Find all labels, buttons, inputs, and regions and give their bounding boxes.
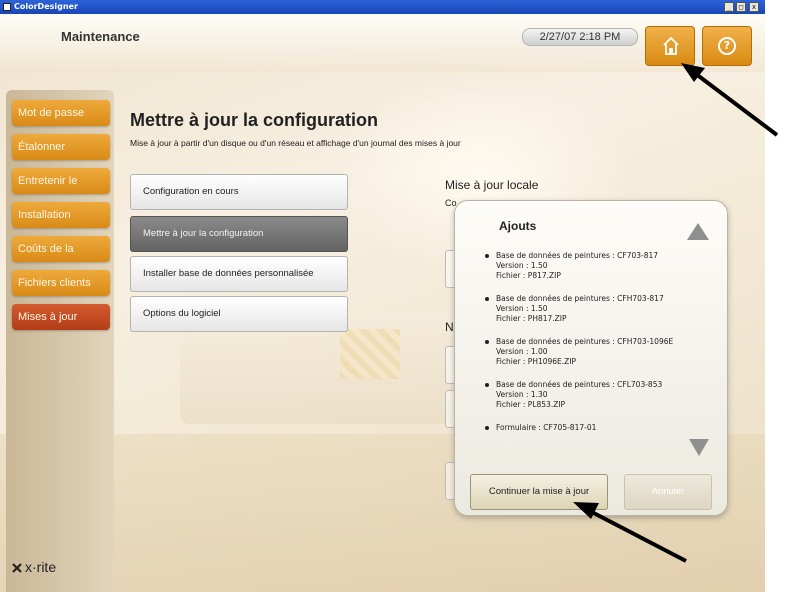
annotation-arrows <box>573 63 779 563</box>
arrow-to-home-icon <box>681 63 779 137</box>
arrow-to-continue-icon <box>573 502 687 563</box>
